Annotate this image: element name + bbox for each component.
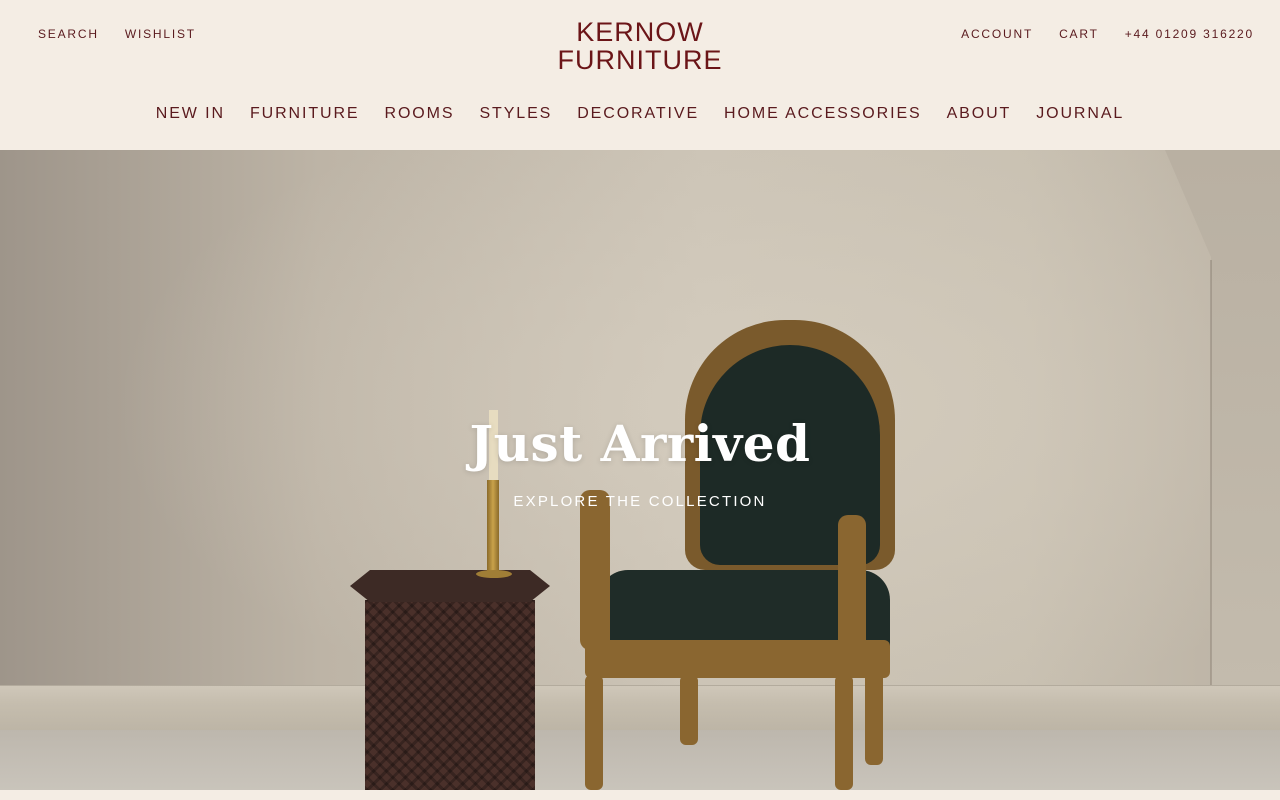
carved-side-table-body bbox=[365, 600, 535, 790]
hero-banner[interactable]: Just Arrived EXPLORE THE COLLECTION bbox=[0, 150, 1280, 790]
utility-nav-left: SEARCH WISHLIST bbox=[38, 26, 196, 42]
hero-floor bbox=[0, 730, 1280, 790]
nav-item-styles[interactable]: STYLES bbox=[479, 103, 552, 125]
armchair-arm-right bbox=[838, 515, 866, 665]
nav-item-about[interactable]: ABOUT bbox=[947, 103, 1012, 125]
explore-collection-link[interactable]: EXPLORE THE COLLECTION bbox=[500, 492, 780, 512]
account-link[interactable]: ACCOUNT bbox=[961, 26, 1033, 42]
utility-nav-right: ACCOUNT CART +44 01209 316220 bbox=[961, 26, 1254, 42]
logo-line-2: FURNITURE bbox=[557, 45, 723, 75]
nav-item-new-in[interactable]: NEW IN bbox=[156, 103, 225, 125]
nav-item-journal[interactable]: JOURNAL bbox=[1036, 103, 1124, 125]
armchair-leg bbox=[835, 675, 853, 790]
main-navigation: NEW IN FURNITURE ROOMS STYLES DECORATIVE… bbox=[0, 103, 1280, 125]
search-link[interactable]: SEARCH bbox=[38, 26, 99, 42]
logo-line-1: KERNOW bbox=[576, 17, 704, 47]
phone-link[interactable]: +44 01209 316220 bbox=[1125, 26, 1254, 42]
armchair-leg bbox=[585, 675, 603, 790]
carved-side-table-top bbox=[350, 570, 550, 602]
hero-title: Just Arrived bbox=[469, 414, 811, 473]
hero-skirting-board bbox=[0, 685, 1280, 730]
nav-item-home-accessories[interactable]: HOME ACCESSORIES bbox=[724, 103, 922, 125]
nav-item-furniture[interactable]: FURNITURE bbox=[250, 103, 360, 125]
armchair-leg bbox=[865, 665, 883, 765]
nav-item-rooms[interactable]: ROOMS bbox=[385, 103, 455, 125]
cart-link[interactable]: CART bbox=[1059, 26, 1099, 42]
page-bottom-strip bbox=[0, 790, 1280, 800]
site-header: SEARCH WISHLIST KERNOW FURNITURE ACCOUNT… bbox=[0, 0, 1280, 150]
candlestick-base bbox=[476, 570, 512, 578]
wishlist-link[interactable]: WISHLIST bbox=[125, 26, 196, 42]
armchair-leg bbox=[680, 675, 698, 745]
armchair-arm-left bbox=[580, 490, 610, 650]
brass-candlestick bbox=[487, 480, 499, 575]
nav-item-decorative[interactable]: DECORATIVE bbox=[577, 103, 699, 125]
site-logo[interactable]: KERNOW FURNITURE bbox=[540, 18, 740, 78]
